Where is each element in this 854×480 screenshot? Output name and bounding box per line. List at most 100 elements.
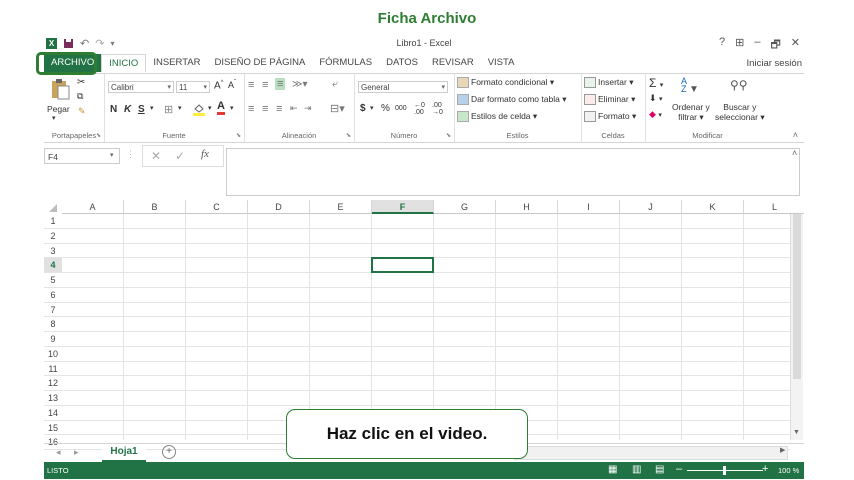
find-select-button[interactable]: Buscar y seleccionar ▾ (715, 102, 765, 122)
enter-icon[interactable]: ✓ (175, 149, 185, 163)
insert-cells-button[interactable]: Insertar ▾ (584, 77, 633, 89)
font-size-combo[interactable]: 11 (176, 81, 210, 94)
column-header-h[interactable]: H (496, 200, 558, 214)
row-header-13[interactable]: 13 (44, 391, 62, 406)
align-center-icon[interactable]: ≡ (262, 103, 268, 115)
format-painter-icon[interactable]: ✎ (78, 106, 86, 117)
percent-button[interactable]: % (381, 103, 390, 114)
shrink-font-icon[interactable]: Aˇ (228, 80, 236, 90)
sort-filter-button[interactable]: Ordenar y filtrar ▾ (672, 102, 710, 122)
sign-in-link[interactable]: Iniciar sesión (747, 58, 804, 69)
insert-function-button[interactable]: fx (201, 148, 209, 160)
next-sheet-icon[interactable]: ▸ (74, 447, 79, 458)
tab-insertar[interactable]: INSERTAR (146, 54, 207, 72)
tab-datos[interactable]: DATOS (379, 54, 425, 72)
row-header-7[interactable]: 7 (44, 303, 62, 318)
name-box[interactable]: F4 (44, 148, 120, 164)
dialog-launcher-icon[interactable]: ⬊ (446, 132, 451, 139)
column-header-j[interactable]: J (620, 200, 682, 214)
copy-icon[interactable]: ⧉ (77, 91, 83, 102)
formula-input[interactable] (226, 148, 800, 196)
restore-icon[interactable]: 🗗 (770, 36, 780, 55)
column-header-i[interactable]: I (558, 200, 620, 214)
row-header-2[interactable]: 2 (44, 229, 62, 244)
column-header-f[interactable]: F (372, 200, 434, 214)
tab-inicio[interactable]: INICIO (101, 54, 147, 72)
row-header-1[interactable]: 1 (44, 214, 62, 229)
autosum-icon[interactable]: Σ ▾ (649, 76, 663, 90)
zoom-in-icon[interactable]: + (762, 463, 768, 475)
row-header-15[interactable]: 15 (44, 421, 62, 436)
align-top-icon[interactable]: ≡ (248, 79, 254, 91)
dialog-launcher-icon[interactable]: ⬊ (96, 132, 101, 139)
paste-button[interactable]: Pegar (47, 104, 70, 114)
ribbon-display-icon[interactable]: ⊞ (735, 36, 744, 55)
increase-indent-icon[interactable]: ⇥ (304, 103, 312, 114)
align-bottom-icon[interactable]: ≡ (275, 78, 286, 90)
cell-styles-button[interactable]: Estilos de celda ▾ (457, 111, 537, 123)
borders-icon[interactable]: ⊞ (164, 103, 173, 116)
clear-icon[interactable]: ◆ ▾ (649, 109, 662, 120)
row-header-8[interactable]: 8 (44, 317, 62, 332)
row-header-4[interactable]: 4 (44, 258, 62, 273)
paste-icon[interactable] (50, 78, 70, 100)
expand-formula-bar-icon[interactable]: ˄ (792, 148, 797, 158)
row-header-11[interactable]: 11 (44, 362, 62, 377)
cancel-icon[interactable]: ✕ (151, 149, 161, 163)
row-header-14[interactable]: 14 (44, 406, 62, 421)
paste-dropdown-icon[interactable]: ▾ (52, 114, 56, 122)
column-header-d[interactable]: D (248, 200, 310, 214)
grow-font-icon[interactable]: A^ (214, 80, 224, 91)
thousands-button[interactable]: 000 (395, 105, 407, 112)
dialog-launcher-icon[interactable]: ⬊ (346, 132, 351, 139)
fill-dropdown-icon[interactable]: ▾ (208, 104, 212, 112)
binoculars-icon[interactable]: ⚲⚲ (730, 78, 748, 92)
help-icon[interactable]: ? (719, 36, 725, 55)
currency-dropdown-icon[interactable]: ▾ (370, 104, 374, 112)
scroll-right-icon[interactable]: ▶ (780, 446, 785, 454)
delete-cells-button[interactable]: Eliminar ▾ (584, 94, 635, 106)
zoom-level[interactable]: 100 % (778, 466, 799, 475)
row-header-6[interactable]: 6 (44, 288, 62, 303)
italic-button[interactable]: K (124, 104, 131, 115)
selected-cell[interactable] (371, 257, 434, 273)
collapse-ribbon-icon[interactable]: ˄ (793, 130, 798, 140)
tab-formulas[interactable]: FÓRMULAS (312, 54, 379, 72)
font-name-combo[interactable]: Calibri (108, 81, 174, 94)
currency-button[interactable]: $ (360, 103, 366, 114)
fill-icon[interactable]: ⬇ ▾ (649, 93, 663, 104)
orientation-icon[interactable]: ≫▾ (292, 79, 308, 90)
vertical-scrollbar[interactable]: ▲ ▼ (790, 200, 803, 440)
number-format-combo[interactable]: General (358, 81, 448, 94)
fill-color-icon[interactable] (192, 102, 206, 116)
decrease-indent-icon[interactable]: ⇤ (290, 103, 298, 114)
column-header-g[interactable]: G (434, 200, 496, 214)
scroll-down-icon[interactable]: ▼ (793, 429, 800, 436)
align-right-icon[interactable]: ≡ (276, 103, 282, 115)
align-middle-icon[interactable]: ≡ (262, 79, 268, 91)
worksheet-grid[interactable]: ▲ ▼ ABCDEFGHIJKL12345678910111213141516 (44, 200, 804, 450)
page-layout-icon[interactable]: ▥ (632, 464, 641, 475)
underline-button[interactable]: S (138, 104, 145, 115)
zoom-out-icon[interactable]: – (676, 463, 682, 475)
wrap-text-icon[interactable]: ⤶ (332, 78, 338, 91)
tab-vista[interactable]: VISTA (481, 54, 522, 72)
format-as-table-button[interactable]: Dar formato como tabla ▾ (457, 94, 566, 106)
row-header-9[interactable]: 9 (44, 332, 62, 347)
format-cells-button[interactable]: Formato ▾ (584, 111, 636, 123)
minimize-icon[interactable]: – (754, 36, 760, 55)
column-header-b[interactable]: B (124, 200, 186, 214)
zoom-slider-thumb[interactable] (723, 466, 726, 475)
row-header-3[interactable]: 3 (44, 244, 62, 259)
bold-button[interactable]: N (110, 104, 117, 115)
borders-dropdown-icon[interactable]: ▾ (178, 104, 182, 112)
align-left-icon[interactable]: ≡ (248, 103, 254, 115)
normal-view-icon[interactable]: ▦ (608, 464, 617, 475)
tab-revisar[interactable]: REVISAR (425, 54, 481, 72)
page-break-icon[interactable]: ▤ (655, 464, 664, 475)
font-color-icon[interactable]: A (217, 101, 225, 115)
dialog-launcher-icon[interactable]: ⬊ (236, 132, 241, 139)
merge-center-icon[interactable]: ⊟▾ (330, 102, 345, 115)
row-header-5[interactable]: 5 (44, 273, 62, 288)
conditional-format-button[interactable]: Formato condicional ▾ (457, 77, 554, 89)
